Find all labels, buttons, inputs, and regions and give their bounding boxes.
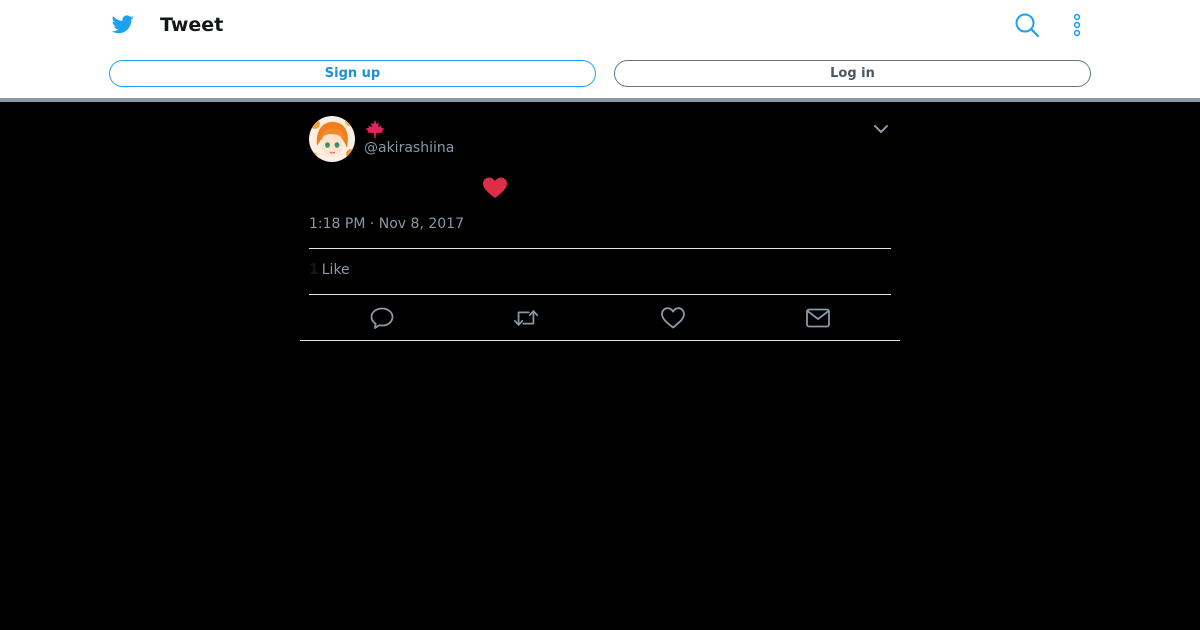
likes-label: Like [321, 262, 350, 278]
page-title: Tweet [160, 14, 224, 36]
tweet-timestamp[interactable]: 1:18 PM · Nov 8, 2017 [309, 215, 464, 233]
maple-leaf-emoji[interactable] [364, 119, 386, 139]
header-divider [0, 98, 1200, 102]
twitter-bird-icon[interactable] [110, 13, 136, 35]
likes-count: 1 [309, 262, 319, 278]
divider [300, 340, 900, 341]
chevron-down-icon[interactable] [872, 121, 890, 137]
top-header: Tweet Sign up Log in [0, 0, 1200, 98]
retweet-icon[interactable] [513, 306, 539, 330]
sign-up-button[interactable]: Sign up [109, 60, 596, 87]
red-heart-emoji [483, 177, 507, 198]
envelope-icon[interactable] [805, 306, 831, 330]
user-handle[interactable]: @akirashiina [364, 139, 454, 157]
avatar-image [309, 116, 355, 162]
heart-outline-icon[interactable] [660, 306, 686, 330]
log-in-button[interactable]: Log in [614, 60, 1091, 87]
divider [309, 294, 891, 295]
reply-icon[interactable] [369, 306, 395, 330]
avatar[interactable] [309, 116, 355, 162]
more-vertical-icon[interactable] [1068, 12, 1086, 38]
search-icon[interactable] [1014, 12, 1040, 38]
likes-stat[interactable]: 1 Like [309, 261, 350, 279]
divider [309, 248, 891, 249]
